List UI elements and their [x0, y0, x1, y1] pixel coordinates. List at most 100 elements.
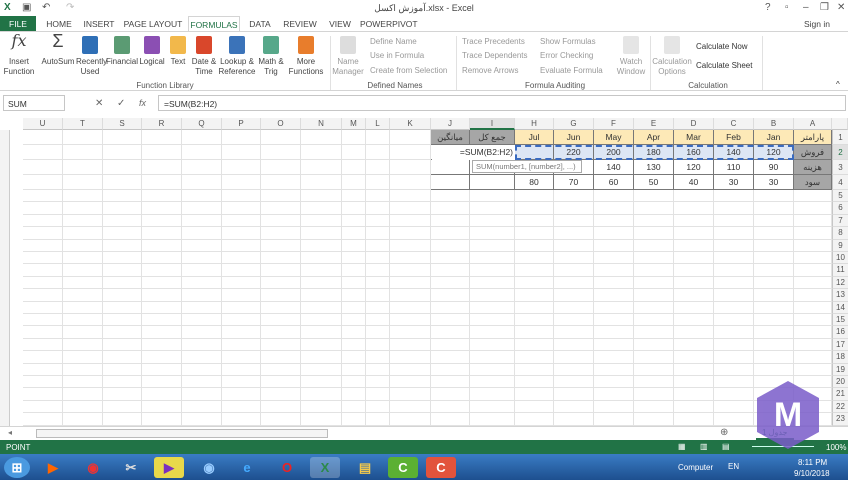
cell[interactable]	[554, 326, 594, 339]
cell[interactable]	[261, 252, 301, 265]
cell[interactable]	[431, 227, 470, 240]
cell[interactable]	[222, 413, 261, 426]
computer-toolbar[interactable]: Computer	[678, 463, 713, 472]
cell[interactable]	[594, 276, 634, 290]
cell[interactable]	[714, 289, 754, 302]
column-header[interactable]: U	[23, 118, 63, 130]
logical-button[interactable]: Logical	[138, 36, 166, 67]
cell[interactable]	[634, 289, 674, 302]
cell[interactable]	[342, 314, 366, 327]
cell[interactable]	[23, 351, 63, 364]
cell[interactable]	[634, 388, 674, 401]
cell[interactable]	[470, 314, 515, 327]
cell[interactable]	[342, 145, 366, 160]
cell[interactable]	[261, 145, 301, 160]
cell[interactable]	[301, 175, 342, 190]
cell[interactable]	[431, 252, 470, 265]
cell[interactable]	[182, 160, 222, 175]
cell[interactable]	[390, 388, 431, 401]
cell[interactable]	[63, 338, 103, 352]
column-header[interactable]: G	[554, 118, 594, 130]
column-header[interactable]: M	[342, 118, 366, 130]
cell[interactable]	[182, 202, 222, 215]
cell[interactable]	[103, 190, 142, 203]
cell[interactable]	[342, 214, 366, 228]
lookup-reference-button[interactable]: Lookup & Reference	[218, 36, 256, 77]
cell[interactable]	[63, 289, 103, 302]
cell[interactable]	[142, 326, 182, 339]
row-header[interactable]: 21	[832, 388, 848, 401]
cell[interactable]	[470, 289, 515, 302]
cell[interactable]	[63, 400, 103, 414]
trace-dependents-button[interactable]: Trace Dependents	[462, 51, 528, 60]
cell[interactable]	[431, 326, 470, 339]
cell[interactable]	[470, 264, 515, 277]
cell[interactable]	[431, 239, 470, 252]
cell[interactable]	[515, 388, 554, 401]
cell[interactable]	[515, 239, 554, 252]
cell[interactable]	[554, 338, 594, 352]
cell[interactable]	[794, 264, 832, 277]
cell[interactable]	[366, 190, 390, 203]
cell[interactable]	[301, 145, 342, 160]
cell[interactable]: 140	[594, 160, 634, 175]
tab-data[interactable]: DATA	[244, 16, 276, 32]
cell[interactable]	[342, 289, 366, 302]
cell[interactable]	[301, 130, 342, 145]
cell[interactable]	[23, 130, 63, 145]
cell[interactable]	[554, 202, 594, 215]
row-header[interactable]: 17	[832, 338, 848, 352]
cell[interactable]	[674, 363, 714, 376]
cell[interactable]	[594, 227, 634, 240]
cell[interactable]	[554, 388, 594, 401]
cell[interactable]	[301, 326, 342, 339]
cell[interactable]	[594, 400, 634, 414]
cell[interactable]	[674, 301, 714, 314]
cell[interactable]	[342, 276, 366, 290]
cell[interactable]	[674, 376, 714, 389]
cell[interactable]	[23, 214, 63, 228]
ribbon-display-icon[interactable]: ▫	[785, 2, 789, 13]
cell[interactable]	[63, 145, 103, 160]
cell[interactable]: 220	[554, 145, 594, 160]
cell[interactable]	[222, 289, 261, 302]
cell[interactable]	[470, 301, 515, 314]
cell[interactable]	[63, 214, 103, 228]
cell[interactable]	[470, 202, 515, 215]
cell[interactable]	[674, 400, 714, 414]
cell[interactable]	[794, 314, 832, 327]
cell[interactable]	[515, 363, 554, 376]
cell[interactable]	[23, 376, 63, 389]
cell[interactable]	[366, 214, 390, 228]
cell[interactable]	[594, 252, 634, 265]
camtasia-red-icon[interactable]: C	[426, 457, 456, 478]
row-header[interactable]: 1	[832, 130, 848, 145]
cell[interactable]	[515, 301, 554, 314]
worksheet-grid[interactable]: A B C D E F G H I J K L M N O P Q R S T U 1 پارامتر Jan Feb Mar Ap…	[0, 118, 848, 426]
cell[interactable]	[142, 190, 182, 203]
cell[interactable]	[222, 376, 261, 389]
cell[interactable]	[261, 289, 301, 302]
calculate-now-button[interactable]: Calculate Now	[696, 42, 748, 51]
cell[interactable]	[342, 413, 366, 426]
cell[interactable]	[63, 160, 103, 175]
cell[interactable]	[63, 413, 103, 426]
cell[interactable]	[261, 376, 301, 389]
cell[interactable]	[390, 400, 431, 414]
cell[interactable]	[103, 276, 142, 290]
cell[interactable]	[366, 227, 390, 240]
cell[interactable]	[222, 363, 261, 376]
column-header[interactable]: R	[142, 118, 182, 130]
cell[interactable]	[182, 190, 222, 203]
more-functions-button[interactable]: More Functions	[286, 36, 326, 77]
cell[interactable]	[182, 363, 222, 376]
cell[interactable]	[470, 252, 515, 265]
cell[interactable]	[431, 400, 470, 414]
cell[interactable]	[714, 264, 754, 277]
restore-icon[interactable]: ❐	[820, 2, 829, 13]
cell[interactable]	[794, 376, 832, 389]
cell[interactable]	[470, 326, 515, 339]
cell[interactable]	[594, 351, 634, 364]
column-header[interactable]: L	[366, 118, 390, 130]
cell[interactable]	[714, 363, 754, 376]
